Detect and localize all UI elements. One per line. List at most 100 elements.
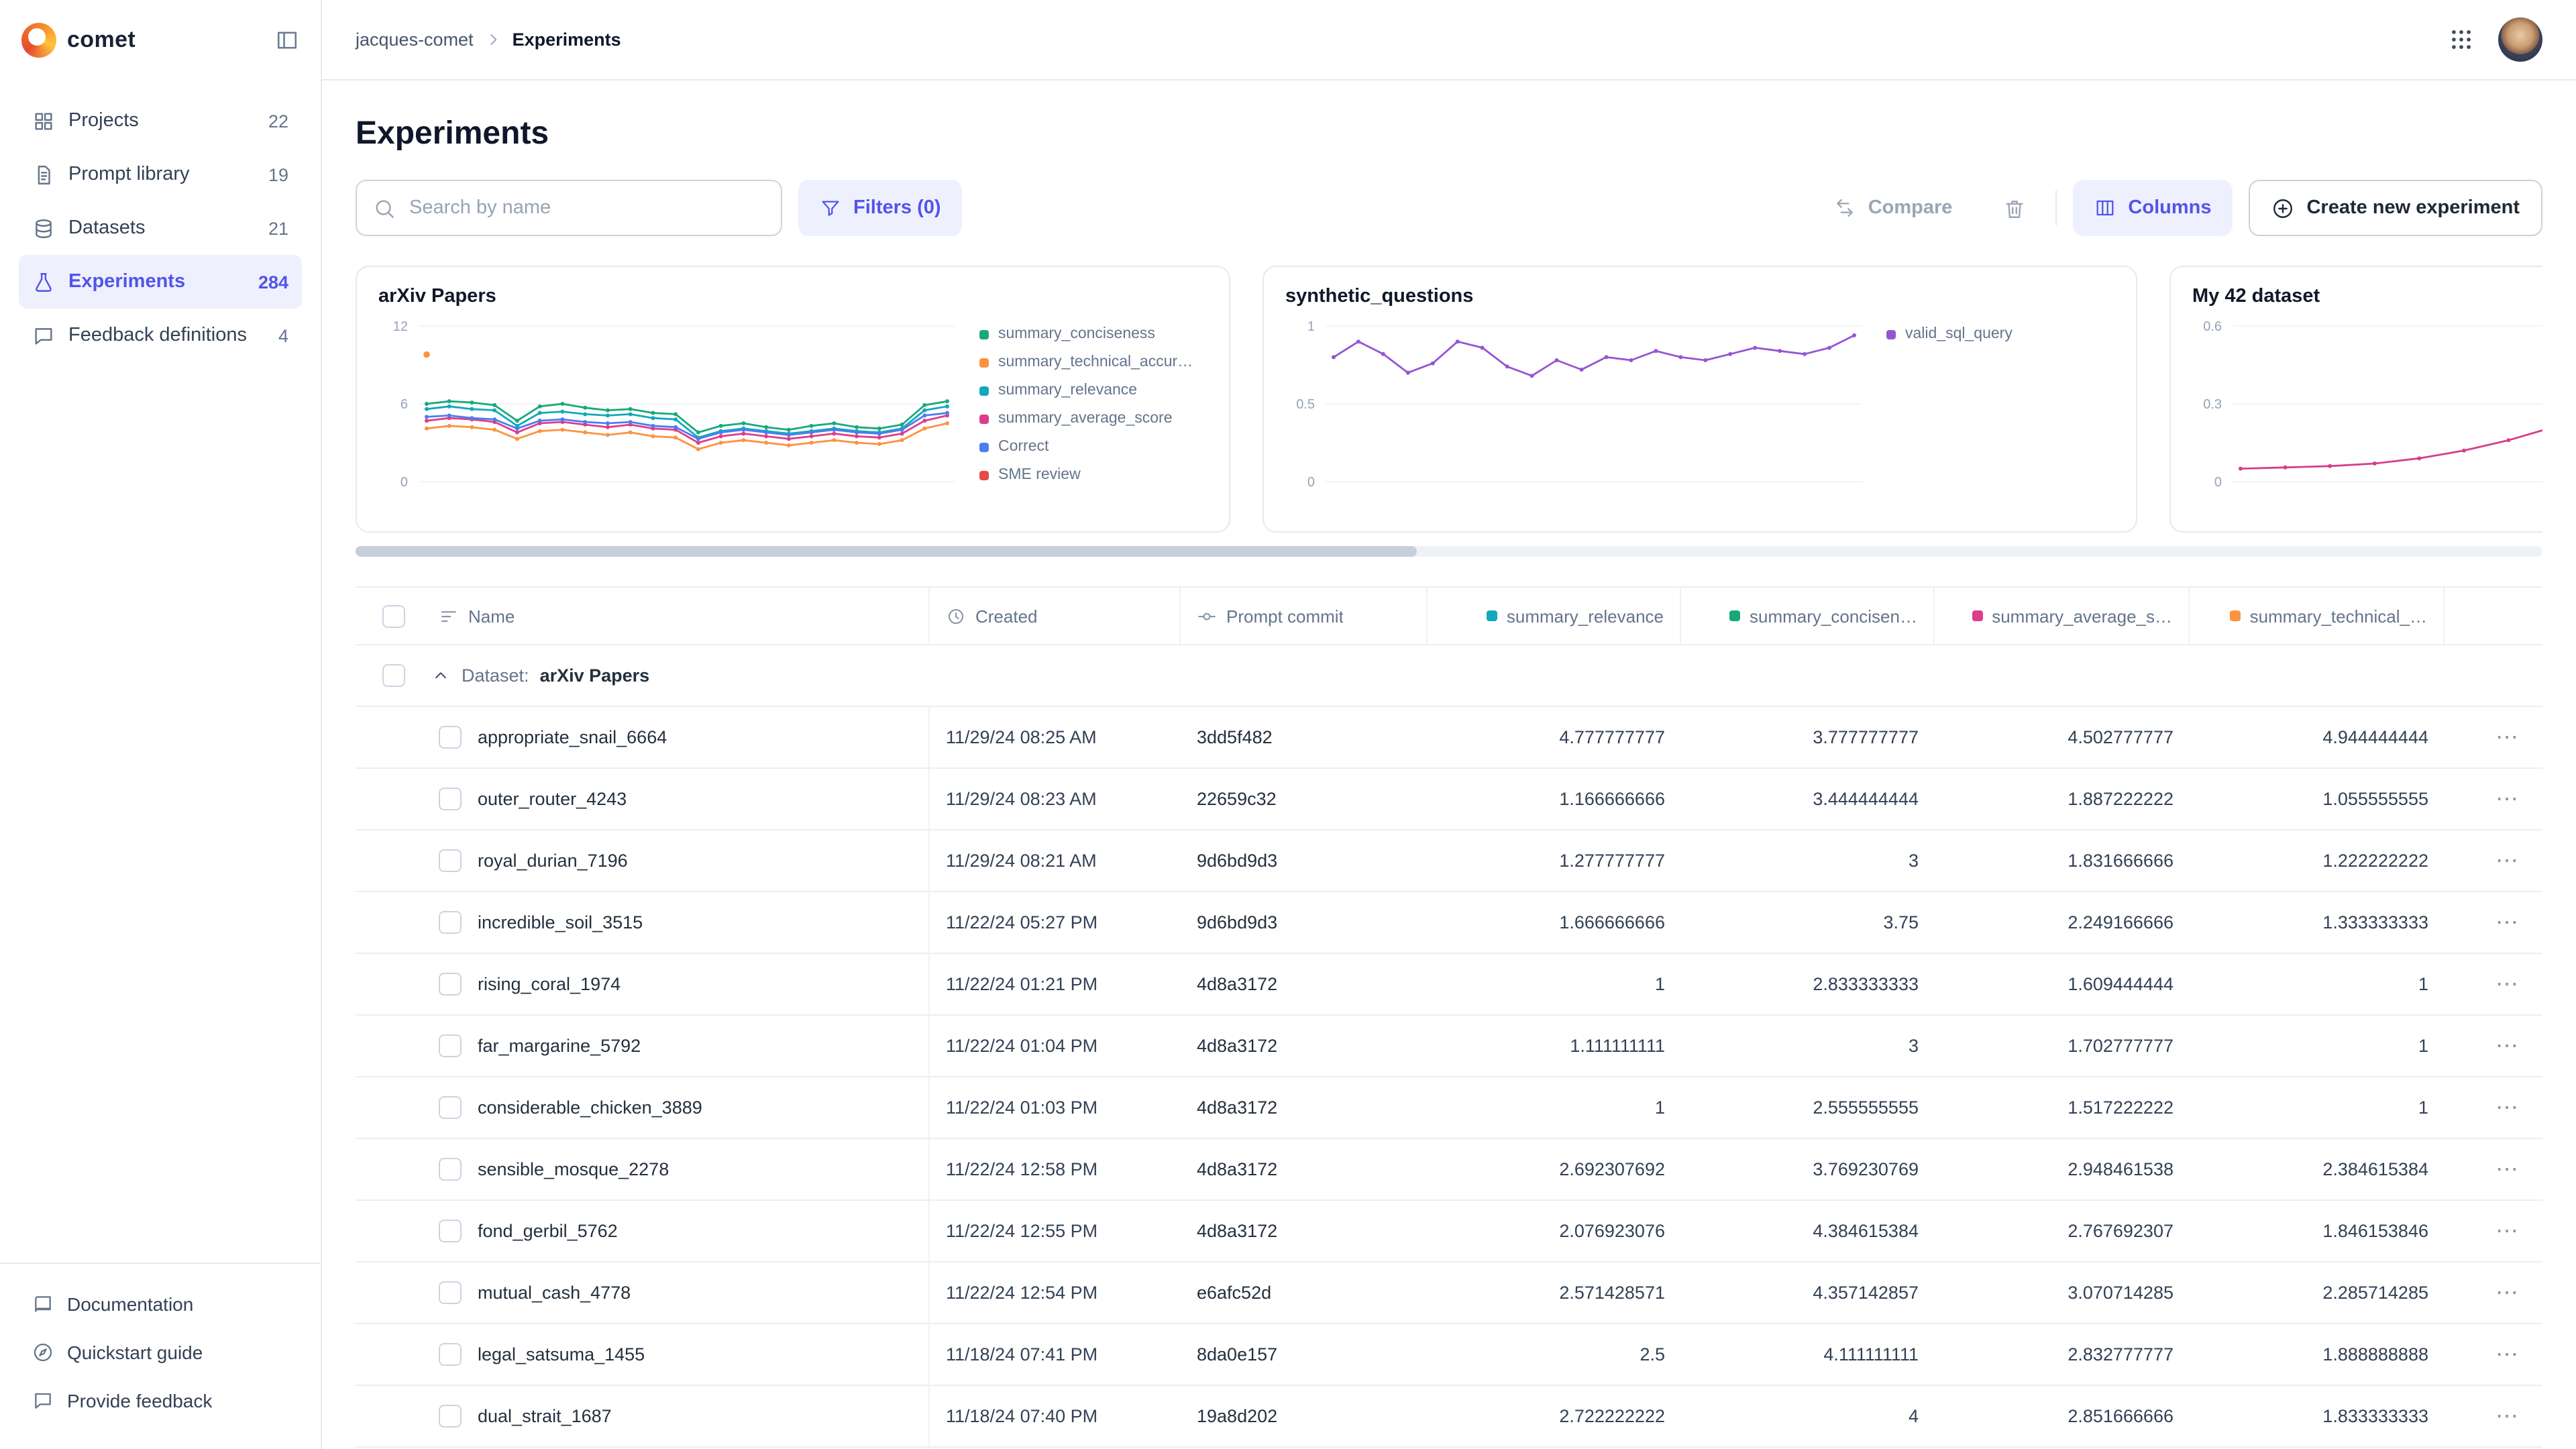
metric-dot-icon <box>1729 610 1740 621</box>
compare-icon <box>1835 197 1856 219</box>
sidebar-item-feedback-definitions[interactable]: Feedback definitions4 <box>19 309 302 362</box>
avatar[interactable] <box>2498 17 2542 62</box>
row-actions-button[interactable]: ⋯ <box>2445 707 2542 767</box>
row-checkbox[interactable] <box>439 849 462 872</box>
row-checkbox[interactable] <box>439 911 462 934</box>
prompt-commit-link[interactable]: 3dd5f482 <box>1197 727 1273 747</box>
row-actions-button[interactable]: ⋯ <box>2445 1263 2542 1323</box>
row-checkbox[interactable] <box>439 1034 462 1057</box>
prompt-commit-link[interactable]: 4d8a3172 <box>1197 1097 1277 1118</box>
column-header-created[interactable]: Created <box>930 588 1181 644</box>
row-checkbox[interactable] <box>439 1405 462 1428</box>
column-header-label: summary_technical_… <box>2250 606 2427 626</box>
metric-value-cell: 1.702777777 <box>1935 1016 2190 1076</box>
rows-icon <box>439 606 459 626</box>
prompt-commit-link[interactable]: 4d8a3172 <box>1197 1036 1277 1056</box>
experiment-name-link[interactable]: rising_coral_1974 <box>478 974 621 994</box>
row-checkbox[interactable] <box>439 1220 462 1242</box>
created-cell: 11/22/24 12:55 PM <box>930 1201 1181 1261</box>
dataset-group-link[interactable]: arXiv Papers <box>540 665 650 686</box>
sidebar-item-label: Provide feedback <box>67 1390 212 1411</box>
row-actions-button[interactable]: ⋯ <box>2445 1077 2542 1138</box>
column-header-summary_technical_accuracy[interactable]: summary_technical_… <box>2190 588 2445 644</box>
dataset-group-prefix: Dataset: <box>462 665 529 686</box>
chart-card: arXiv Papers1260summary_concisenesssumma… <box>356 266 1230 533</box>
sidebar-footer-quickstart-guide[interactable]: Quickstart guide <box>19 1328 302 1377</box>
sidebar-footer-provide-feedback[interactable]: Provide feedback <box>19 1377 302 1425</box>
chat-icon <box>32 324 55 347</box>
experiment-name-link[interactable]: outer_router_4243 <box>478 789 627 809</box>
row-checkbox[interactable] <box>439 726 462 749</box>
row-actions-button[interactable]: ⋯ <box>2445 1324 2542 1385</box>
prompt-commit-link[interactable]: e6afc52d <box>1197 1283 1271 1303</box>
chart-legend: valid_sql_query <box>1876 315 2114 510</box>
experiment-name-cell: rising_coral_1974 <box>428 954 930 1014</box>
experiment-name-link[interactable]: far_margarine_5792 <box>478 1036 641 1056</box>
row-actions-button[interactable]: ⋯ <box>2445 1386 2542 1446</box>
metric-value-cell: 1.609444444 <box>1935 954 2190 1014</box>
columns-button[interactable]: Columns <box>2073 180 2233 236</box>
column-header-commit[interactable]: Prompt commit <box>1181 588 1428 644</box>
metric-value-cell: 1.888888888 <box>2190 1324 2445 1385</box>
experiment-name-link[interactable]: sensible_mosque_2278 <box>478 1159 669 1179</box>
prompt-commit-link[interactable]: 8da0e157 <box>1197 1344 1277 1364</box>
breadcrumb-workspace[interactable]: jacques-comet <box>356 30 474 50</box>
sidebar-footer-documentation[interactable]: Documentation <box>19 1280 302 1328</box>
column-header-summary_relevance[interactable]: summary_relevance <box>1428 588 1681 644</box>
filters-button[interactable]: Filters (0) <box>798 180 963 236</box>
prompt-commit-link[interactable]: 9d6bd9d3 <box>1197 851 1277 871</box>
experiment-name-link[interactable]: legal_satsuma_1455 <box>478 1344 645 1364</box>
experiment-name-link[interactable]: mutual_cash_4778 <box>478 1283 631 1303</box>
group-checkbox[interactable] <box>382 664 405 687</box>
experiment-name-link[interactable]: considerable_chicken_3889 <box>478 1097 702 1118</box>
search-input[interactable] <box>407 196 765 220</box>
row-checkbox[interactable] <box>439 973 462 996</box>
sidebar-item-projects[interactable]: Projects22 <box>19 94 302 148</box>
chevron-up-icon[interactable] <box>431 665 451 686</box>
delete-button[interactable] <box>1990 180 2039 236</box>
prompt-commit-link[interactable]: 9d6bd9d3 <box>1197 912 1277 932</box>
create-new-experiment-button[interactable]: Create new experiment <box>2249 180 2542 236</box>
metric-value-cell: 1 <box>1428 954 1681 1014</box>
row-actions-button[interactable]: ⋯ <box>2445 1016 2542 1076</box>
compare-button[interactable]: Compare <box>1813 180 1974 236</box>
table-header-checkbox-cell <box>356 588 428 644</box>
column-header-name[interactable]: Name <box>428 588 930 644</box>
prompt-commit-cell: 22659c32 <box>1181 769 1428 829</box>
column-header-summary_conciseness[interactable]: summary_concisen… <box>1681 588 1935 644</box>
row-actions-button[interactable]: ⋯ <box>2445 1139 2542 1199</box>
row-checkbox[interactable] <box>439 1158 462 1181</box>
experiment-name-link[interactable]: fond_gerbil_5762 <box>478 1221 618 1241</box>
row-actions-button[interactable]: ⋯ <box>2445 892 2542 953</box>
row-checkbox[interactable] <box>439 1343 462 1366</box>
row-checkbox[interactable] <box>439 788 462 810</box>
select-all-checkbox[interactable] <box>382 604 405 627</box>
experiment-name-link[interactable]: incredible_soil_3515 <box>478 912 643 932</box>
column-header-label: Created <box>975 606 1038 626</box>
metric-value-cell: 2.692307692 <box>1428 1139 1681 1199</box>
prompt-commit-link[interactable]: 19a8d202 <box>1197 1406 1277 1426</box>
sidebar-item-prompt-library[interactable]: Prompt library19 <box>19 148 302 201</box>
sidebar-item-experiments[interactable]: Experiments284 <box>19 255 302 309</box>
charts-scrollbar-thumb[interactable] <box>356 546 1416 557</box>
experiment-name-link[interactable]: royal_durian_7196 <box>478 851 628 871</box>
app-launcher-icon[interactable] <box>2449 27 2474 52</box>
row-checkbox[interactable] <box>439 1096 462 1119</box>
row-actions-button[interactable]: ⋯ <box>2445 830 2542 891</box>
column-header-summary_average_score[interactable]: summary_average_s… <box>1935 588 2190 644</box>
sidebar-item-datasets[interactable]: Datasets21 <box>19 201 302 255</box>
prompt-commit-link[interactable]: 4d8a3172 <box>1197 1221 1277 1241</box>
experiment-name-cell: far_margarine_5792 <box>428 1016 930 1076</box>
row-actions-button[interactable]: ⋯ <box>2445 954 2542 1014</box>
prompt-commit-link[interactable]: 4d8a3172 <box>1197 1159 1277 1179</box>
collapse-sidebar-icon[interactable] <box>275 28 299 52</box>
experiment-name-link[interactable]: dual_strait_1687 <box>478 1406 612 1426</box>
row-actions-button[interactable]: ⋯ <box>2445 1201 2542 1261</box>
row-checkbox[interactable] <box>439 1281 462 1304</box>
row-actions-button[interactable]: ⋯ <box>2445 769 2542 829</box>
prompt-commit-link[interactable]: 22659c32 <box>1197 789 1277 809</box>
experiment-name-link[interactable]: appropriate_snail_6664 <box>478 727 667 747</box>
legend-label: summary_conciseness <box>998 326 1155 342</box>
prompt-commit-link[interactable]: 4d8a3172 <box>1197 974 1277 994</box>
created-cell: 11/22/24 12:58 PM <box>930 1139 1181 1199</box>
